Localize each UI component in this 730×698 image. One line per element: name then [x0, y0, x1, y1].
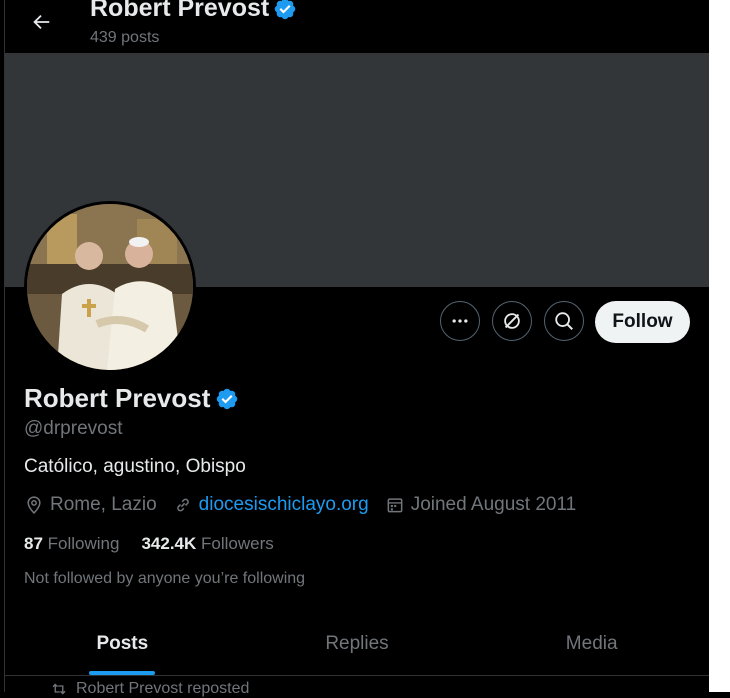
tab-label: Posts — [96, 633, 149, 654]
page-gutter — [709, 0, 730, 692]
followers-link[interactable]: 342.4K Followers — [141, 534, 273, 554]
profile-tabs: Posts Replies Media — [5, 620, 709, 676]
verified-badge-icon[interactable] — [215, 387, 239, 411]
repost-indicator: Robert Prevost reposted — [50, 680, 249, 698]
location-text: Rome, Lazio — [50, 494, 157, 515]
profile-name: Robert Prevost — [24, 383, 211, 413]
search-icon — [555, 312, 573, 330]
active-tab-indicator — [89, 671, 156, 675]
location-item: Rome, Lazio — [24, 494, 157, 516]
tab-replies[interactable]: Replies — [240, 620, 475, 675]
avatar[interactable] — [24, 201, 196, 373]
repost-text: Robert Prevost reposted — [76, 680, 250, 697]
following-link[interactable]: 87 Following — [24, 534, 119, 554]
followers-label: Followers — [201, 534, 274, 553]
joined-item: Joined August 2011 — [385, 494, 577, 516]
joined-text: Joined August 2011 — [410, 494, 577, 515]
grok-icon — [504, 313, 520, 329]
website-item: diocesischiclayo.org — [173, 494, 369, 516]
tab-label: Media — [565, 633, 618, 654]
tab-label: Replies — [325, 633, 389, 654]
grok-button[interactable] — [492, 301, 532, 341]
followers-count: 342.4K — [141, 534, 197, 553]
following-count: 87 — [24, 534, 43, 553]
search-button[interactable] — [544, 301, 584, 341]
following-label: Following — [47, 534, 120, 553]
header-name: Robert Prevost — [90, 0, 270, 22]
more-icon — [452, 319, 468, 323]
avatar-photo — [27, 204, 193, 370]
profile-handle: @drprevost — [24, 418, 123, 439]
tab-posts[interactable]: Posts — [5, 620, 240, 675]
verified-badge-icon — [274, 0, 296, 19]
more-button[interactable] — [440, 301, 480, 341]
header-title: Robert Prevost — [90, 0, 297, 23]
tab-media[interactable]: Media — [474, 620, 709, 675]
follow-button[interactable]: Follow — [595, 301, 690, 343]
link-icon — [176, 498, 189, 512]
profile-bio: Católico, agustino, Obispo — [24, 456, 246, 477]
location-pin-icon — [27, 496, 41, 514]
follow-stats: 87 Following 342.4K Followers — [24, 534, 274, 554]
arrow-left-icon — [33, 14, 50, 30]
back-button[interactable] — [25, 8, 57, 36]
not-followed-note: Not followed by anyone you’re following — [24, 570, 306, 587]
website-link[interactable]: diocesischiclayo.org — [199, 494, 369, 516]
profile-meta: Rome, Lazio diocesischiclayo.org Joined … — [24, 494, 592, 516]
profile-column: Robert Prevost 439 posts Follow Robert P… — [4, 0, 710, 697]
calendar-icon — [387, 498, 403, 513]
header-posts-count: 439 posts — [90, 29, 160, 46]
profile-name-row: Robert Prevost — [24, 383, 239, 414]
repost-icon — [52, 683, 66, 695]
